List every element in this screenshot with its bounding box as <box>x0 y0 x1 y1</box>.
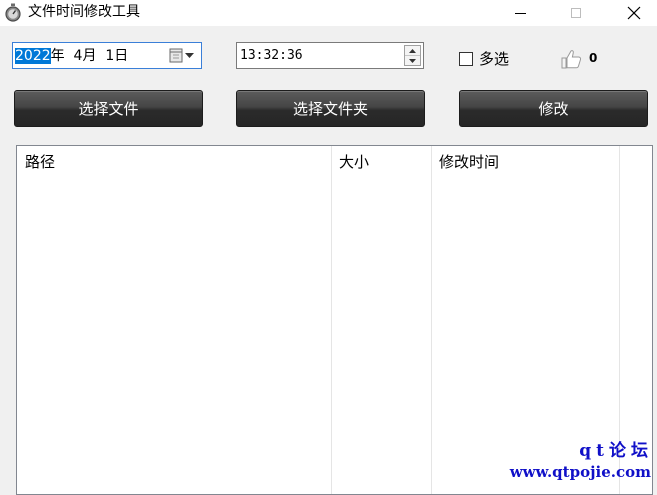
multi-select-label: 多选 <box>479 50 510 68</box>
column-header-size[interactable]: 大小 <box>331 146 431 180</box>
time-spinner[interactable] <box>404 45 421 66</box>
modify-button[interactable]: 修改 <box>459 90 648 127</box>
checkbox-box[interactable] <box>459 52 473 66</box>
calendar-dropdown-icon[interactable] <box>169 47 197 65</box>
date-picker[interactable]: 2022年 4月 1日 <box>12 42 202 69</box>
watermark-title: qt论坛 <box>579 441 653 461</box>
like-count: 0 <box>589 51 598 65</box>
column-header-modified-time[interactable]: 修改时间 <box>431 146 619 180</box>
watermark-url: www.qtpojie.com <box>509 463 651 481</box>
window-title: 文件时间修改工具 <box>28 4 140 20</box>
minimize-button[interactable] <box>497 0 543 26</box>
date-value: 2022年 4月 1日 <box>15 47 128 65</box>
close-button[interactable] <box>611 0 657 26</box>
maximize-button[interactable] <box>553 0 599 26</box>
select-folder-button[interactable]: 选择文件夹 <box>236 90 425 127</box>
stopwatch-icon <box>5 3 21 22</box>
title-bar: 文件时间修改工具 <box>0 0 657 26</box>
time-value[interactable]: 13:32:36 <box>240 47 303 65</box>
thumbs-up-icon[interactable] <box>560 47 584 71</box>
watermark: qt论坛 www.qtpojie.com <box>510 440 651 482</box>
column-divider <box>431 146 432 494</box>
date-month-day: 年 4月 1日 <box>50 48 129 64</box>
spin-down-button[interactable] <box>405 56 420 65</box>
arrow-up-icon <box>409 48 416 53</box>
multi-select-checkbox[interactable]: 多选 <box>459 50 509 68</box>
column-header-path[interactable]: 路径 <box>17 146 331 180</box>
spin-up-button[interactable] <box>405 46 420 56</box>
date-year-selected: 2022 <box>15 48 51 64</box>
select-file-button[interactable]: 选择文件 <box>14 90 203 127</box>
time-picker[interactable]: 13:32:36 <box>236 42 424 69</box>
column-divider <box>331 146 332 494</box>
arrow-down-icon <box>409 58 416 63</box>
minimize-icon <box>514 12 526 14</box>
close-icon <box>627 6 641 20</box>
maximize-icon <box>571 8 581 18</box>
